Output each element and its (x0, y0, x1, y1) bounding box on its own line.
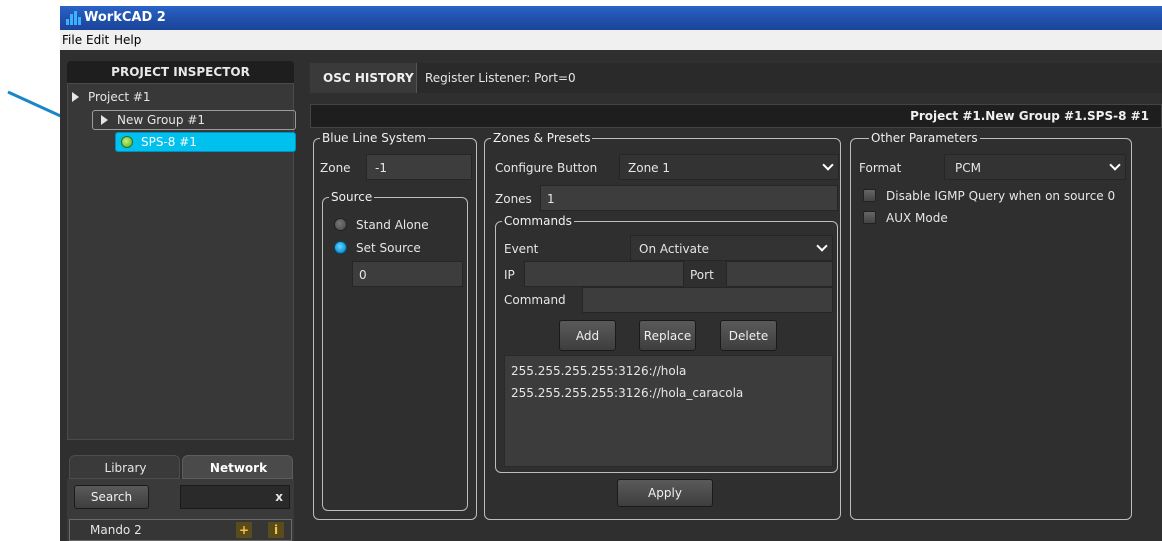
zones-value: 1 (547, 192, 555, 206)
window-title: WorkCAD 2 (84, 10, 166, 25)
network-item-label: Mando 2 (90, 523, 142, 537)
blue-line-system-legend: Blue Line System (320, 131, 428, 145)
event-value: On Activate (639, 242, 710, 256)
ip-label: IP (504, 268, 515, 282)
source-group: Source Stand Alone Set Source 0 (322, 190, 468, 511)
stand-alone-radio[interactable] (334, 218, 347, 231)
delete-button-label: Delete (728, 329, 769, 343)
tab-network[interactable]: Network (182, 455, 293, 479)
command-input[interactable] (582, 287, 833, 313)
format-value: PCM (955, 161, 981, 175)
disable-igmp-checkbox[interactable] (863, 189, 876, 202)
menu-file[interactable]: File (62, 33, 82, 47)
app-logo-icon (66, 11, 82, 25)
zone-value: -1 (375, 161, 387, 175)
commands-legend: Commands (502, 214, 574, 228)
tab-library[interactable]: Library (69, 455, 180, 479)
tab-library-label: Library (104, 461, 147, 475)
project-inspector-header: PROJECT INSPECTOR (67, 61, 294, 83)
format-label: Format (859, 161, 902, 175)
source-legend: Source (329, 190, 375, 204)
application-window: WorkCAD 2 File Edit Help PROJECT INSPECT… (60, 6, 1162, 541)
search-button-label: Search (90, 490, 133, 504)
tree-item-project[interactable]: Project #1 (68, 89, 288, 105)
apply-button[interactable]: Apply (617, 479, 713, 507)
list-item[interactable]: 255.255.255.255:3126://hola_caracola (511, 386, 743, 400)
zones-presets-legend: Zones & Presets (491, 131, 593, 145)
search-input[interactable]: x (180, 485, 290, 509)
zone-label: Zone (320, 161, 351, 175)
source-value: 0 (359, 268, 367, 282)
ip-input[interactable] (524, 261, 684, 287)
tree-item-device-label: SPS-8 #1 (141, 135, 197, 149)
port-input[interactable] (726, 261, 833, 287)
tree-item-group[interactable]: New Group #1 (92, 110, 296, 130)
title-bar: WorkCAD 2 (60, 6, 1162, 30)
add-button-label: Add (575, 329, 600, 343)
menu-bar: File Edit Help (60, 30, 1162, 50)
command-label: Command (504, 293, 566, 307)
tree-item-group-label: New Group #1 (117, 113, 206, 127)
set-source-radio[interactable] (334, 241, 347, 254)
tab-network-label: Network (209, 461, 268, 475)
osc-history-text: Register Listener: Port=0 (425, 71, 576, 85)
list-item[interactable]: 255.255.255.255:3126://hola (511, 364, 686, 378)
osc-history-label: OSC HISTORY (323, 71, 414, 85)
replace-button-label: Replace (643, 329, 692, 343)
disable-igmp-label: Disable IGMP Query when on source 0 (886, 189, 1116, 203)
menu-edit[interactable]: Edit (86, 33, 109, 47)
add-button[interactable]: Add (559, 320, 616, 351)
zones-presets-group: Zones & Presets Configure Button Zone 1 … (484, 131, 841, 520)
osc-history-field: Register Listener: Port=0 (416, 63, 1162, 93)
osc-history-bar: OSC HISTORY Register Listener: Port=0 (310, 63, 1162, 93)
chevron-down-icon[interactable] (1109, 159, 1121, 171)
network-panel: Search x Mando 2 + i (67, 479, 294, 541)
commands-list[interactable]: 255.255.255.255:3126://hola 255.255.255.… (504, 355, 833, 467)
network-list-item[interactable]: Mando 2 + i (69, 519, 292, 541)
menu-help[interactable]: Help (114, 33, 141, 47)
event-select[interactable]: On Activate (630, 235, 833, 261)
project-tree: Project #1 New Group #1 SPS-8 #1 (67, 83, 296, 440)
source-value-field[interactable]: 0 (352, 261, 463, 287)
other-parameters-group: Other Parameters Format PCM Disable IGMP… (850, 131, 1132, 520)
set-source-label: Set Source (356, 241, 421, 255)
replace-button[interactable]: Replace (639, 320, 696, 351)
chevron-down-icon[interactable] (822, 159, 834, 171)
project-inspector-title: PROJECT INSPECTOR (111, 65, 250, 79)
configure-button-value: Zone 1 (628, 161, 670, 175)
path-bar-text: Project #1.New Group #1.SPS-8 #1 (910, 109, 1149, 123)
aux-mode-label: AUX Mode (886, 211, 948, 225)
format-select[interactable]: PCM (944, 154, 1126, 180)
chevron-down-icon[interactable] (816, 240, 828, 252)
add-icon[interactable]: + (236, 522, 252, 538)
zones-label: Zones (495, 192, 532, 206)
stand-alone-label: Stand Alone (356, 218, 429, 232)
event-label: Event (504, 242, 539, 256)
configure-button-select[interactable]: Zone 1 (619, 154, 839, 180)
path-bar: Project #1.New Group #1.SPS-8 #1 (310, 104, 1162, 128)
search-clear-icon[interactable]: x (275, 490, 283, 504)
aux-mode-checkbox[interactable] (863, 211, 876, 224)
tree-item-device[interactable]: SPS-8 #1 (115, 132, 296, 152)
green-device-icon (121, 136, 133, 148)
expand-icon[interactable] (72, 92, 79, 102)
blue-line-system-group: Blue Line System Zone -1 Source Stand Al… (313, 131, 477, 520)
delete-button[interactable]: Delete (720, 320, 777, 351)
commands-group: Commands Event On Activate IP Port Comma… (495, 214, 838, 473)
port-label: Port (690, 268, 714, 282)
configure-button-label: Configure Button (495, 161, 598, 175)
expand-icon[interactable] (101, 115, 108, 125)
search-button[interactable]: Search (74, 485, 149, 509)
info-icon[interactable]: i (268, 522, 284, 538)
zone-field[interactable]: -1 (366, 154, 472, 180)
tree-item-project-label: Project #1 (88, 90, 151, 104)
zones-field[interactable]: 1 (540, 185, 838, 211)
other-parameters-legend: Other Parameters (869, 131, 980, 145)
apply-button-label: Apply (648, 486, 682, 500)
